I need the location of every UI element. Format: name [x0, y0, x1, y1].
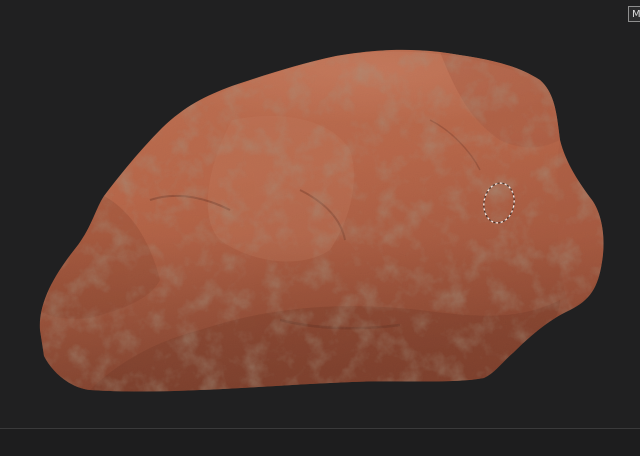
3d-viewport[interactable]: M — [0, 0, 640, 428]
viewport-mode-button[interactable]: M — [628, 6, 640, 22]
rock-model-render — [39, 49, 604, 392]
app-window: M — [0, 0, 640, 456]
bottom-panel — [0, 429, 640, 456]
